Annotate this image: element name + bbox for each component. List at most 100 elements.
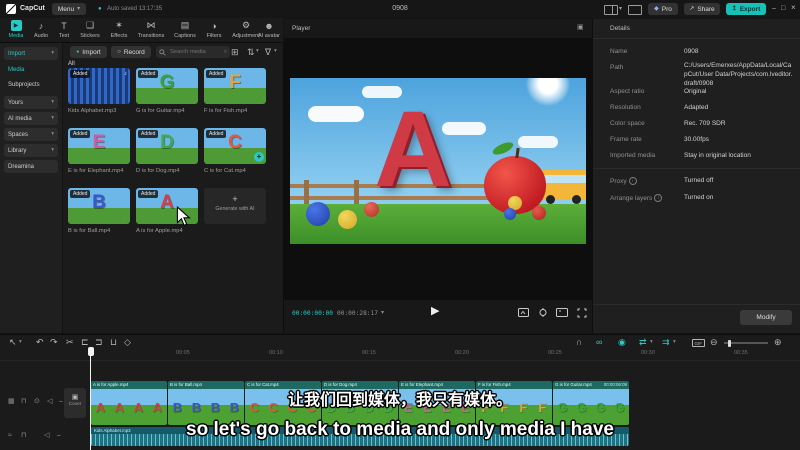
export-button[interactable]: ↥ Export [726, 3, 766, 15]
filter-caret-icon[interactable]: ▾ [274, 48, 277, 55]
tab-text[interactable]: T Text [53, 20, 75, 40]
motion-focus-icon[interactable] [538, 308, 548, 317]
video-preview[interactable]: A [290, 78, 586, 244]
menu-button[interactable]: Menu ▾ [52, 3, 86, 15]
sidebar-item-import[interactable]: Import ▾ [4, 47, 58, 60]
effects-tab-icon: ✶ [115, 20, 123, 30]
sidebar-item-library[interactable]: Library ▾ [4, 144, 58, 157]
duration-caret-icon[interactable]: ▾ [381, 310, 384, 316]
sidebar-item-subprojects[interactable]: Subprojects [8, 82, 40, 88]
close-button[interactable]: × [791, 4, 796, 12]
split-icon[interactable]: ✂ [66, 338, 74, 347]
menu-label: Menu [57, 5, 75, 13]
transitions-tab-label: Transitions [137, 33, 165, 39]
gif-icon[interactable]: GIF [692, 339, 705, 347]
total-time: 00:00:28:17 [337, 310, 378, 317]
detail-value-aspect-ratio: Original [684, 88, 707, 95]
ratio-icon[interactable] [556, 308, 568, 317]
added-badge: Added [70, 70, 91, 78]
select-tool-caret-icon[interactable]: ▾ [19, 339, 22, 346]
search-input[interactable] [168, 48, 222, 56]
sidebar-item-spaces[interactable]: Spaces ▾ [4, 128, 58, 141]
media-item-ball[interactable]: B Added [68, 188, 130, 224]
fullscreen-icon[interactable] [577, 308, 587, 318]
ai-avatar-tab-label: AI avatar [257, 33, 280, 39]
sidebar-item-dreamina[interactable]: Dreamina [4, 160, 58, 173]
playhead-handle[interactable] [87, 347, 94, 356]
media-filter-all[interactable]: All [68, 61, 75, 67]
magnet-icon[interactable]: ∩ [576, 338, 582, 347]
media-item-label: D is for Dog.mp4 [136, 168, 180, 174]
generate-with-ai-tile[interactable]: + Generate with AI [204, 188, 266, 224]
grid-view-icon[interactable]: ⊞ [231, 48, 239, 57]
delete-right-icon[interactable]: ⊐ [95, 338, 103, 347]
preview-quality-icon[interactable] [518, 308, 529, 317]
delete-icon[interactable]: ⊔ [110, 338, 117, 347]
tab-effects[interactable]: ✶ Effects [105, 20, 133, 39]
sidebar-item-ai-media[interactable]: AI media ▾ [4, 112, 58, 125]
modify-button[interactable]: Modify [740, 310, 792, 325]
import-button[interactable]: ● Import [70, 46, 107, 58]
tab-ai-avatar[interactable]: ☻ AI avatar [255, 20, 283, 40]
media-item-guitar[interactable]: G Added [136, 68, 198, 104]
tab-media[interactable]: ▶ Media [3, 20, 29, 39]
timeline-zoom-slider[interactable] [724, 339, 768, 347]
maximize-button[interactable]: □ [781, 5, 785, 12]
tab-filters[interactable]: ◑ Filters [201, 20, 227, 40]
media-item-elephant[interactable]: E Added [68, 128, 130, 164]
record-button[interactable]: ○ Record [111, 46, 151, 58]
search-box[interactable]: ○ [156, 46, 230, 58]
media-item-fish[interactable]: F Added [204, 68, 266, 104]
undo-icon[interactable]: ↶ [36, 338, 44, 347]
ball-red-right [532, 206, 546, 220]
media-item-dog[interactable]: D Added [136, 128, 198, 164]
mirror-icon[interactable]: ◇ [124, 338, 131, 347]
tab-audio[interactable]: ♪ Audio [29, 20, 53, 40]
auto-ripple-caret-icon[interactable]: ▾ [650, 339, 653, 346]
select-tool-icon[interactable]: ↖ [9, 338, 17, 347]
media-item-audio[interactable]: Added ♪ [68, 68, 130, 104]
import-dot-icon: ● [76, 48, 80, 55]
auto-ripple-icon[interactable]: ⇄ [639, 338, 647, 347]
search-scope-icon[interactable]: ○ [223, 49, 227, 55]
bus-wheel [572, 195, 581, 204]
media-item-cat[interactable]: C Added + [204, 128, 266, 164]
sidebar-item-media[interactable]: Media [8, 67, 24, 73]
share-button[interactable]: ↗ Share [684, 3, 720, 15]
layout-caret-icon[interactable]: ▾ [619, 6, 622, 12]
plus-icon: + [232, 194, 238, 204]
export-icon: ↥ [731, 6, 737, 12]
zoom-slider-handle[interactable] [728, 339, 731, 347]
zoom-in-icon[interactable]: ⊕ [774, 338, 782, 347]
search-icon [159, 48, 166, 56]
sidebar-library-label: Library [8, 147, 27, 154]
panel-toggle-icon[interactable] [628, 5, 642, 15]
preview-axis-caret-icon[interactable]: ▾ [673, 339, 676, 346]
player-expand-icon[interactable]: ▣ [577, 24, 584, 31]
preview-axis-icon[interactable]: ⇉ [662, 338, 670, 347]
timeline-ruler[interactable] [0, 348, 800, 361]
pro-button[interactable]: ◆ Pro [648, 3, 678, 15]
text-tab-label: Text [58, 33, 70, 39]
media-item-label: A is for Apple.mp4 [136, 228, 183, 234]
minimize-button[interactable]: – [772, 5, 776, 12]
sort-icon[interactable]: ⇅ [247, 48, 255, 57]
autosave-dot-icon: ● [98, 6, 102, 12]
tab-transitions[interactable]: ⋈ Transitions [133, 20, 169, 39]
main-track-magnet-icon[interactable]: ◉ [618, 338, 626, 347]
sidebar-item-yours[interactable]: Yours ▾ [4, 96, 58, 109]
layout-panel-icon[interactable] [604, 5, 618, 15]
play-button[interactable]: ▶ [431, 306, 439, 317]
proxy-label: Proxy [610, 178, 627, 185]
sidebar-ai-media-label: AI media [8, 115, 32, 122]
sort-caret-icon[interactable]: ▾ [256, 48, 259, 55]
link-icon[interactable]: ∞ [596, 338, 602, 347]
redo-icon[interactable]: ↷ [50, 338, 58, 347]
delete-left-icon[interactable]: ⊏ [81, 338, 89, 347]
tab-stickers[interactable]: ❏ Stickers [75, 20, 105, 39]
tab-captions[interactable]: ▤ Captions [169, 20, 201, 39]
zoom-out-icon[interactable]: ⊖ [710, 338, 718, 347]
add-to-timeline-button[interactable]: + [254, 152, 264, 162]
added-badge: Added [70, 130, 91, 138]
filter-icon[interactable]: ∇ [265, 48, 271, 57]
